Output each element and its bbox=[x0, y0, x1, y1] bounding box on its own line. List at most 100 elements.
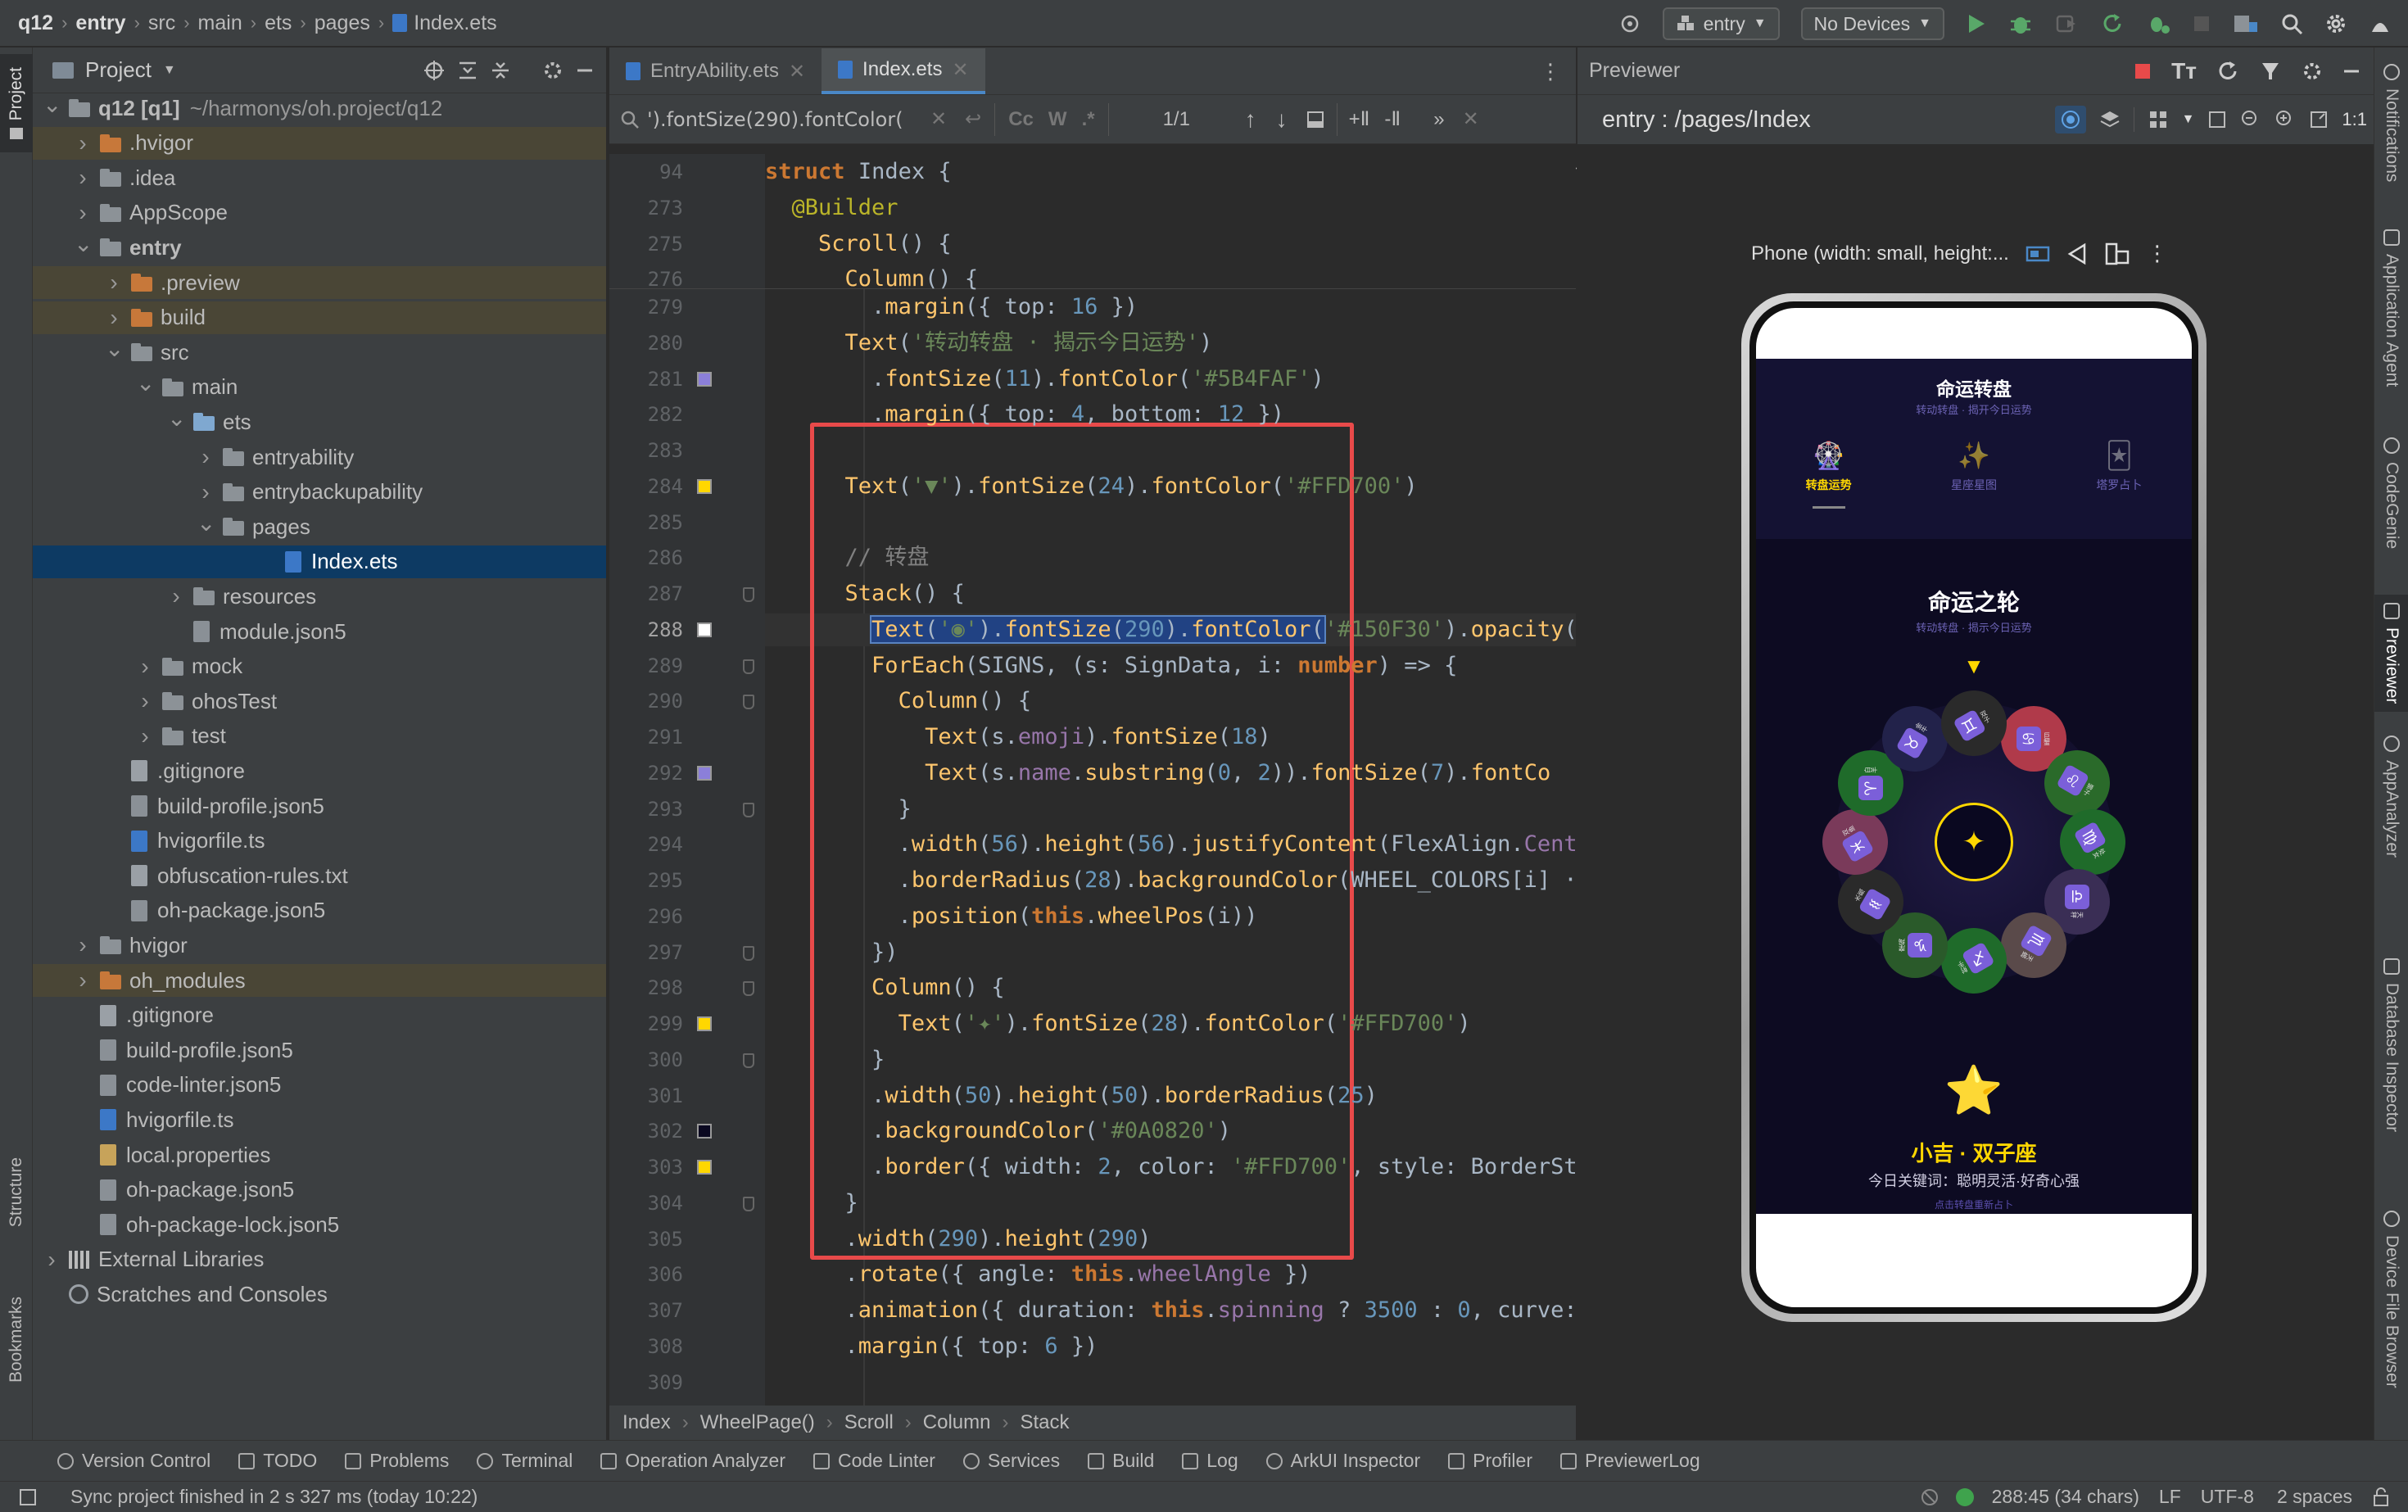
tree-item[interactable]: › test bbox=[33, 720, 606, 753]
rotate-device-icon[interactable] bbox=[2104, 242, 2130, 266]
tree-item[interactable]: ⌄ ets bbox=[33, 405, 606, 438]
color-swatch-icon[interactable] bbox=[697, 371, 712, 387]
chevron-right-icon[interactable]: › bbox=[197, 479, 215, 505]
find-input[interactable]: ').fontSize(290).fontColor( bbox=[647, 108, 926, 131]
run-icon[interactable] bbox=[1966, 12, 1987, 35]
code-line[interactable]: .width(56).height(56).justifyContent(Fle… bbox=[765, 828, 1576, 861]
tree-item[interactable]: .gitignore bbox=[33, 754, 606, 787]
tree-item[interactable]: ⌄ q12 [q1] ~/harmonys/oh.project/q12 bbox=[33, 92, 606, 124]
editor-breadcrumb-item[interactable]: Index bbox=[622, 1411, 671, 1434]
code-line[interactable]: Column() { bbox=[765, 685, 1032, 718]
result-hint[interactable]: 点击转盘重新占卜 bbox=[1756, 1197, 2192, 1211]
actual-size-icon[interactable]: 1:1 bbox=[2342, 109, 2367, 130]
tree-item[interactable]: hvigorfile.ts bbox=[33, 825, 606, 858]
new-line-icon[interactable]: ↩ bbox=[965, 107, 981, 131]
editor-breadcrumb-item[interactable]: Scroll bbox=[844, 1411, 894, 1434]
device-label[interactable]: Phone (width: small, height:... bbox=[1751, 242, 2009, 265]
code-line[interactable]: Text('转动转盘 · 揭示今日运势') bbox=[765, 327, 1213, 360]
no-inspections-icon[interactable] bbox=[1920, 1487, 1940, 1507]
refresh-icon[interactable] bbox=[2216, 60, 2239, 83]
chevron-right-icon[interactable]: › bbox=[197, 444, 215, 470]
search-icon[interactable] bbox=[2280, 12, 2303, 35]
bottom-tool-button[interactable]: Version Control bbox=[57, 1450, 210, 1472]
code-line[interactable]: .animation({ duration: this.spinning ? 3… bbox=[765, 1294, 1576, 1327]
tree-item[interactable]: .gitignore bbox=[33, 999, 606, 1032]
right-stripe-button[interactable]: Application Agent bbox=[2374, 229, 2408, 387]
code-line[interactable]: .width(290).height(290) bbox=[765, 1223, 1152, 1256]
color-swatch-icon[interactable] bbox=[697, 765, 712, 781]
tree-item[interactable]: › oh_modules bbox=[33, 964, 606, 997]
structure-tool-button[interactable]: Structure bbox=[0, 1157, 33, 1305]
hide-panel-icon[interactable] bbox=[575, 61, 595, 80]
target-icon[interactable] bbox=[1618, 12, 1641, 35]
close-find-icon[interactable]: ✕ bbox=[1463, 107, 1479, 131]
bottom-tool-button[interactable]: Profiler bbox=[1448, 1450, 1532, 1472]
code-line[interactable]: } bbox=[765, 793, 912, 826]
settings-gear-icon[interactable] bbox=[2302, 61, 2323, 82]
bottom-tool-button[interactable]: Log bbox=[1182, 1450, 1238, 1472]
bottom-tool-button[interactable]: Build bbox=[1088, 1450, 1154, 1472]
tree-item[interactable]: build-profile.json5 bbox=[33, 1034, 606, 1066]
settings-gear-icon[interactable] bbox=[542, 60, 564, 81]
select-all-icon[interactable] bbox=[1306, 110, 1325, 129]
status-indicator-icon[interactable] bbox=[1955, 1487, 1974, 1506]
color-swatch-icon[interactable] bbox=[697, 1016, 712, 1031]
inspector-icon[interactable] bbox=[2259, 60, 2282, 83]
hide-panel-icon[interactable] bbox=[2342, 62, 2360, 80]
chevron-right-icon[interactable]: › bbox=[136, 654, 154, 680]
apply-changes-icon[interactable] bbox=[2100, 11, 2125, 36]
chevron-right-icon[interactable]: › bbox=[74, 967, 92, 994]
tree-item[interactable]: oh-package.json5 bbox=[33, 894, 606, 927]
sticky-code-line[interactable]: struct Index { bbox=[765, 156, 952, 188]
wheel-center-star[interactable]: ✦ bbox=[1935, 803, 2013, 881]
layers-icon[interactable] bbox=[2099, 109, 2121, 130]
back-triangle-icon[interactable] bbox=[2066, 242, 2088, 265]
code-line[interactable]: Stack() { bbox=[765, 577, 965, 610]
tree-item[interactable]: › External Libraries bbox=[33, 1243, 606, 1276]
code-line[interactable]: Text('▼').fontSize(24).fontColor('#FFD70… bbox=[765, 470, 1418, 503]
expand-all-icon[interactable] bbox=[457, 60, 478, 81]
match-case-toggle[interactable]: Cc bbox=[1008, 108, 1034, 131]
code-line[interactable]: }) bbox=[765, 936, 898, 969]
right-stripe-button[interactable]: CodeGenie bbox=[2374, 437, 2408, 549]
file-encoding[interactable]: UTF-8 bbox=[2201, 1486, 2254, 1508]
breadcrumb-item[interactable]: entry bbox=[75, 11, 125, 35]
bottom-tool-button[interactable]: Terminal bbox=[477, 1450, 573, 1472]
editor-breadcrumb-item[interactable]: WheelPage() bbox=[700, 1411, 815, 1434]
grid-icon[interactable] bbox=[2148, 109, 2169, 130]
collapse-all-icon[interactable] bbox=[490, 60, 511, 81]
bottom-tool-button[interactable]: Code Linter bbox=[812, 1450, 935, 1472]
sticky-code-line[interactable]: Scroll() { bbox=[765, 228, 952, 260]
previous-match-icon[interactable]: ↑ bbox=[1245, 106, 1256, 133]
color-swatch-icon[interactable] bbox=[697, 1124, 712, 1139]
attach-debugger-icon[interactable] bbox=[2054, 11, 2079, 36]
next-match-icon[interactable]: ↓ bbox=[1276, 106, 1288, 133]
project-panel-title[interactable]: Project bbox=[85, 57, 152, 83]
code-line[interactable]: .backgroundColor('#0A0820') bbox=[765, 1115, 1231, 1148]
more-options-icon[interactable]: ⋮ bbox=[2147, 241, 2168, 266]
tree-item[interactable]: Scratches and Consoles bbox=[33, 1278, 606, 1311]
project-tool-button[interactable]: Project bbox=[0, 54, 33, 152]
code-line[interactable]: .borderRadius(28).backgroundColor(WHEEL_… bbox=[765, 864, 1576, 897]
code-line[interactable]: Text(s.name.substring(0, 2)).fontSize(7)… bbox=[765, 757, 1550, 790]
settings-gear-icon[interactable] bbox=[2324, 12, 2347, 35]
brand-logo-icon[interactable] bbox=[2369, 12, 2392, 35]
chevron-down-icon[interactable]: ⌄ bbox=[197, 509, 215, 536]
chevron-right-icon[interactable]: › bbox=[105, 269, 123, 296]
tree-item[interactable]: ⌄ pages bbox=[33, 510, 606, 543]
tree-item[interactable]: › entrybackupability bbox=[33, 476, 606, 509]
tree-item[interactable]: oh-package.json5 bbox=[33, 1174, 606, 1206]
fold-marker-icon[interactable] bbox=[743, 1053, 754, 1068]
fold-marker-icon[interactable] bbox=[743, 945, 754, 961]
chevron-down-icon[interactable]: ⌄ bbox=[136, 369, 155, 396]
stop-preview-icon[interactable] bbox=[2134, 62, 2152, 80]
tree-item[interactable]: › .hvigor bbox=[33, 126, 606, 160]
remove-occurrence-icon[interactable]: -Ⅱ bbox=[1384, 107, 1401, 131]
chevron-down-icon[interactable]: ⌄ bbox=[105, 335, 124, 362]
tree-item[interactable]: ⌄ src bbox=[33, 336, 606, 369]
bottom-tool-button[interactable]: Operation Analyzer bbox=[600, 1450, 785, 1472]
more-options-icon[interactable]: ⋮ bbox=[1540, 59, 1561, 84]
bottom-tool-button[interactable]: TODO bbox=[238, 1450, 317, 1472]
chevron-right-icon[interactable]: › bbox=[74, 130, 92, 156]
color-swatch-icon[interactable] bbox=[697, 1160, 712, 1175]
